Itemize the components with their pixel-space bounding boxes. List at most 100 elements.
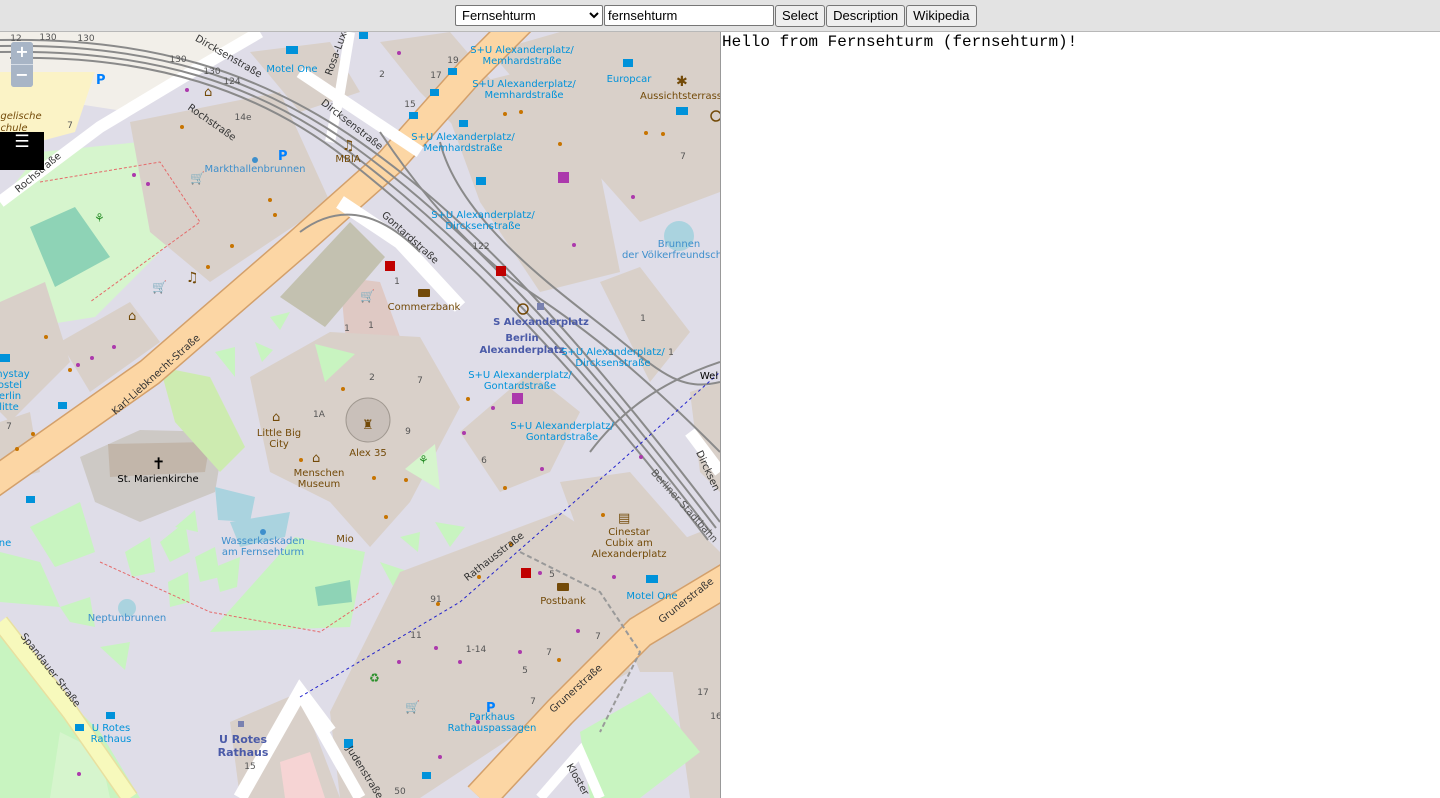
- zoom-in-button[interactable]: +: [11, 42, 33, 64]
- shop-dot: [77, 772, 81, 776]
- church-icon: ✝: [152, 454, 165, 473]
- museum-icon: ⌂: [128, 309, 136, 324]
- place-query-input[interactable]: [604, 5, 774, 26]
- area-grass: [270, 312, 290, 330]
- house-number: 7: [6, 422, 12, 432]
- station-entrance-icon: [238, 721, 244, 727]
- house-number: 19: [447, 56, 459, 66]
- bank-icon: [557, 583, 569, 591]
- label-europcar: Europcar: [607, 74, 653, 85]
- house-number: 91: [430, 595, 441, 605]
- shop-dot: [397, 660, 401, 664]
- label-su-memhard: S+U Alexanderplatz/: [470, 45, 574, 56]
- label-u-rotes-rathaus-bus: Rathaus: [91, 734, 132, 745]
- label-mbia: MBIA: [335, 154, 360, 165]
- label-commerzbank: Commerzbank: [388, 302, 461, 313]
- label-vue: ne: [0, 538, 11, 549]
- label-motel-one-2: Motel One: [626, 591, 677, 602]
- label-menschen-museum: Menschen: [294, 468, 345, 479]
- label-cinestar: Alexanderplatz: [591, 549, 666, 560]
- shop-dot: [90, 356, 94, 360]
- playground-icon: ⚘: [94, 211, 105, 225]
- zoom-control: + −: [11, 42, 33, 87]
- museum-icon: ⌂: [312, 451, 320, 466]
- area-grass: [30, 502, 95, 567]
- bus-icon: [26, 496, 35, 503]
- area-grass: [195, 547, 220, 582]
- house-number: 1: [668, 348, 674, 358]
- playground-icon: ⚘: [418, 453, 429, 467]
- description-button[interactable]: Description: [826, 4, 906, 27]
- label-hostel: litte: [0, 402, 19, 413]
- house-number: 1: [368, 321, 374, 331]
- food-dot: [44, 335, 48, 339]
- label-su-dircksen: Dircksenstraße: [575, 358, 650, 369]
- label-su-memhard: S+U Alexanderplatz/: [411, 132, 515, 143]
- road-dircksen: [296, 67, 424, 157]
- house-number: 7: [530, 697, 536, 707]
- house-number: 2: [369, 373, 375, 383]
- house-number: 124: [223, 77, 240, 87]
- bus-icon: [75, 724, 84, 731]
- zoom-out-button[interactable]: −: [11, 64, 33, 87]
- shop-dot: [462, 431, 466, 435]
- label-cinestar: Cubix am: [605, 538, 652, 549]
- food-dot: [180, 125, 184, 129]
- food-dot: [519, 110, 523, 114]
- label-hostel: nystay: [0, 369, 30, 380]
- label-u-rotes-rathaus: U Rotes: [219, 733, 268, 746]
- area-grass: [255, 342, 273, 362]
- label-little-big-city: City: [269, 439, 289, 450]
- house-number: 1: [640, 314, 646, 324]
- music-icon: ♫: [186, 270, 199, 286]
- viewpoint-icon: ✱: [676, 74, 688, 90]
- label-evangelische-schule: gelische: [0, 111, 41, 122]
- label-hostel: ostel: [0, 380, 22, 391]
- food-dot: [404, 478, 408, 482]
- food-dot: [661, 132, 665, 136]
- select-button[interactable]: Select: [775, 4, 826, 27]
- shop-dot: [639, 455, 643, 459]
- label-motel-one: Motel One: [266, 64, 317, 75]
- food-dot: [466, 397, 470, 401]
- label-brunnen: der Völkerfreundsch: [622, 250, 720, 261]
- house-number: 2: [379, 70, 385, 80]
- shop-icon: [558, 172, 569, 183]
- map-view[interactable]: P P P ✱ ⌂ ⌂ ⌂ ⌂ ♫ ♫ ✝ ♜ ▤ 🛒 🛒 �: [0, 32, 721, 798]
- label-berlin-alexanderplatz: Alexanderplatz: [479, 345, 564, 356]
- house-number: 9: [405, 427, 411, 437]
- pharmacy-icon: [496, 266, 506, 276]
- place-select[interactable]: Fernsehturm: [455, 5, 603, 26]
- food-dot: [601, 513, 605, 517]
- label-su-gontard: Gontardstraße: [484, 381, 556, 392]
- pharmacy-icon: [521, 568, 531, 578]
- house-number: 14e: [235, 113, 252, 123]
- house-number: 15: [244, 762, 255, 772]
- shop-dot: [458, 660, 462, 664]
- bus-icon: [359, 32, 368, 39]
- label-berlin-alexanderplatz: Berlin: [505, 333, 538, 344]
- fountain-icon: [260, 529, 266, 535]
- menu-button[interactable]: ☰: [0, 132, 44, 170]
- label-su-memhard: Memhardstraße: [423, 143, 502, 154]
- pharmacy-icon: [385, 261, 395, 271]
- area-grass: [100, 642, 130, 670]
- label-neptunbrunnen: Neptunbrunnen: [88, 613, 167, 624]
- house-number: 16: [710, 712, 720, 722]
- bus-icon: [448, 68, 457, 75]
- map-canvas[interactable]: P P P ✱ ⌂ ⌂ ⌂ ⌂ ♫ ♫ ✝ ♜ ▤ 🛒 🛒 �: [0, 32, 720, 798]
- area-grass: [435, 522, 465, 547]
- parking-icon: P: [96, 73, 106, 88]
- house-number: 15: [404, 100, 415, 110]
- bus-icon: [459, 120, 468, 127]
- shop-dot: [438, 755, 442, 759]
- bank-icon: [418, 289, 430, 297]
- shop-dot: [397, 51, 401, 55]
- label-su-gontard: S+U Alexanderplatz/: [468, 370, 572, 381]
- label-wasserkaskaden: Wasserkaskaden: [221, 536, 305, 547]
- label-st-marienkirche: St. Marienkirche: [117, 474, 198, 485]
- wikipedia-button[interactable]: Wikipedia: [906, 4, 977, 27]
- label-su-dircksen: S+U Alexanderplatz/: [561, 347, 665, 358]
- area-grass: [215, 557, 240, 592]
- house-number: 130: [203, 67, 220, 77]
